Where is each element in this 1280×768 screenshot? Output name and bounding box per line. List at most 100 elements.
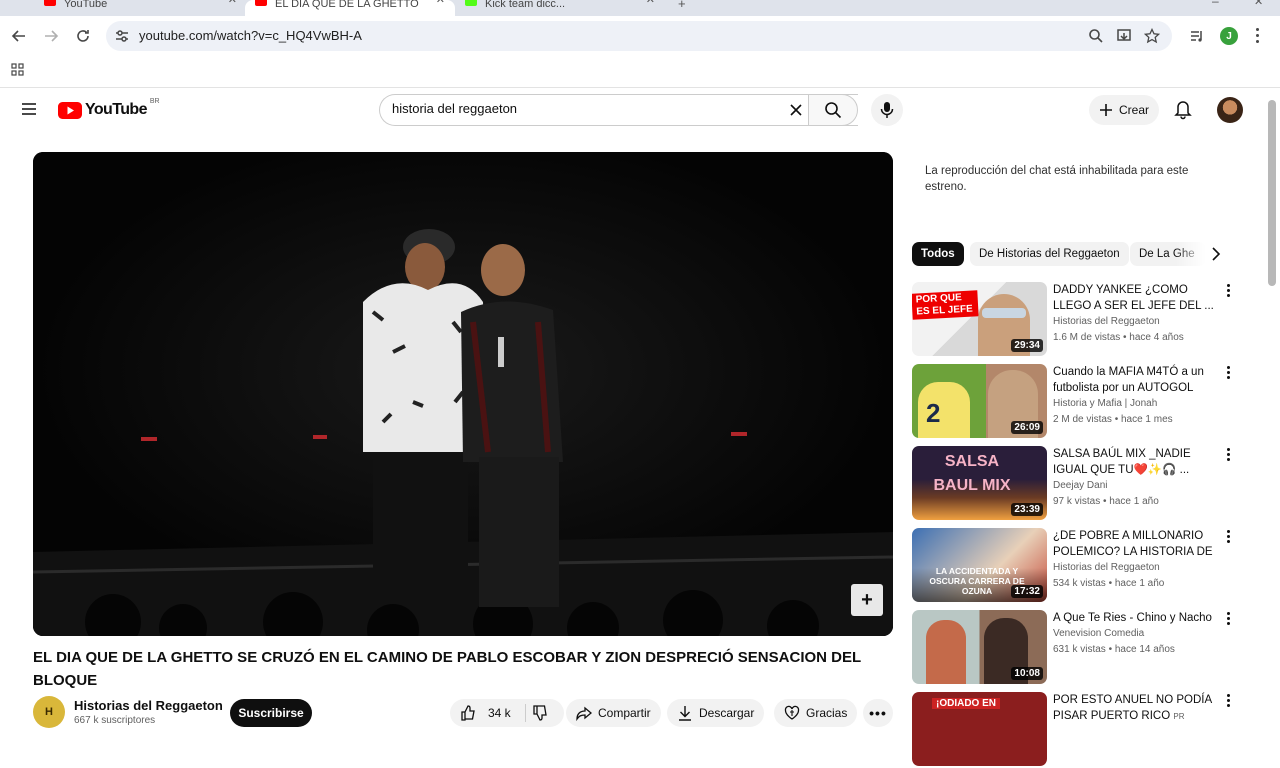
back-button[interactable] (7, 24, 31, 48)
search-input[interactable] (392, 101, 782, 116)
zoom-icon[interactable] (1088, 28, 1104, 44)
profile-avatar[interactable]: J (1220, 27, 1238, 45)
recommendation-title[interactable]: SALSA BAÚL MIX _NADIE IGUAL QUE TU❤️✨🎧 .… (1053, 446, 1215, 478)
recommendation-title[interactable]: DADDY YANKEE ¿COMO LLEGO A SER EL JEFE D… (1053, 282, 1215, 314)
forward-button[interactable] (39, 24, 63, 48)
more-vertical-icon[interactable] (1222, 694, 1234, 710)
more-vertical-icon[interactable] (1222, 284, 1234, 300)
recommendation-title[interactable]: Cuando la MAFIA M4TÓ a un futbolista por… (1053, 364, 1215, 396)
filter-chips: Todos De Historias del Reggaeton De La G… (912, 242, 1232, 266)
video-thumbnail[interactable]: ¡ODIADO EN (912, 692, 1047, 766)
close-tab-icon[interactable]: ✕ (228, 0, 237, 6)
recommendation-meta: 631 k vistas • hace 14 años (1053, 644, 1175, 655)
thumbnail-text: POR QUE ES EL JEFE (912, 290, 979, 320)
forward-arrow-icon (45, 30, 59, 42)
recommendation-title[interactable]: A Que Te Ries - Chino y Nacho (1053, 610, 1215, 626)
more-vertical-icon[interactable] (1222, 366, 1234, 382)
share-arrow-icon (576, 706, 592, 721)
recommendation-channel[interactable]: Historia y Mafia | Jonah (1053, 398, 1157, 409)
video-player[interactable]: + (33, 152, 893, 636)
kick-favicon-icon (465, 0, 477, 6)
chip-all[interactable]: Todos (912, 242, 964, 266)
url-text[interactable]: youtube.com/watch?v=c_HQ4VwBH-A (139, 28, 362, 43)
more-vertical-icon[interactable] (1222, 612, 1234, 628)
new-tab-icon[interactable]: + (678, 0, 686, 11)
channel-avatar[interactable]: H (33, 696, 65, 728)
recommendation-item[interactable]: LA ACCIDENTADA Y OSCURA CARRERA DE OZUNA… (912, 528, 1242, 604)
close-tab-icon[interactable]: ✕ (646, 0, 655, 6)
download-button[interactable]: Descargar (667, 699, 765, 727)
recommendation-item[interactable]: SALSA BAUL MIX 23:39 SALSA BAÚL MIX _NAD… (912, 446, 1242, 522)
chip-related[interactable]: De La Ghe (1130, 242, 1206, 266)
chevron-right-icon[interactable] (1210, 247, 1222, 261)
search-button[interactable] (808, 94, 858, 126)
address-bar[interactable]: youtube.com/watch?v=c_HQ4VwBH-A (106, 21, 1172, 51)
video-thumbnail[interactable]: 2 26:09 (912, 364, 1047, 438)
more-vertical-icon[interactable] (1222, 448, 1234, 464)
video-thumbnail[interactable]: 10:08 (912, 610, 1047, 684)
window-close-icon[interactable]: ✕ (1254, 0, 1263, 8)
dislike-thumb-icon[interactable] (532, 705, 548, 721)
duration-badge: 10:08 (1011, 667, 1043, 680)
install-app-icon[interactable] (1116, 28, 1132, 44)
thanks-button[interactable]: Gracias (774, 699, 858, 727)
apps-grid-icon[interactable] (11, 63, 25, 77)
duration-badge: 29:34 (1011, 339, 1043, 352)
thumbnail-text: SALSA BAUL MIX (933, 453, 1011, 494)
browser-tab-youtube[interactable]: YouTube ✕ (0, 0, 245, 16)
thumbnail-text: 2 (926, 398, 941, 428)
browser-tab-kick[interactable]: Kick team dicc... ✕ (455, 0, 665, 16)
recommendation-channel[interactable]: Historias del Reggaeton (1053, 316, 1160, 327)
channel-name[interactable]: Historias del Reggaeton (74, 698, 223, 713)
youtube-play-logo-icon (58, 101, 82, 119)
like-thumb-icon[interactable] (460, 705, 476, 721)
voice-search-button[interactable] (871, 94, 903, 126)
recommendation-channel[interactable]: Deejay Dani (1053, 480, 1107, 491)
recommendation-title[interactable]: ¿DE POBRE A MILLONARIO POLEMICO? LA HIST… (1053, 528, 1215, 560)
channel-watermark-icon[interactable]: + (851, 584, 883, 616)
thanks-heart-icon (784, 705, 800, 720)
hamburger-menu-icon[interactable] (21, 102, 37, 116)
recommendation-meta: 1.6 M de vistas • hace 4 años (1053, 332, 1184, 343)
recommendation-channel[interactable]: Historias del Reggaeton (1053, 562, 1160, 573)
site-settings-icon[interactable] (114, 28, 130, 44)
bookmark-star-icon[interactable] (1144, 28, 1160, 44)
video-frame (33, 152, 893, 636)
recommendation-item[interactable]: 10:08 A Que Te Ries - Chino y Nacho Vene… (912, 610, 1242, 686)
clear-search-button[interactable] (786, 100, 806, 120)
account-avatar[interactable] (1217, 97, 1243, 123)
media-control-icon[interactable] (1189, 28, 1205, 44)
recommendation-meta: 534 k vistas • hace 1 año (1053, 578, 1165, 589)
browser-menu-icon[interactable] (1255, 28, 1259, 44)
microphone-icon (880, 102, 894, 118)
chip-from-channel[interactable]: De Historias del Reggaeton (970, 242, 1129, 266)
notifications-bell-icon[interactable] (1172, 98, 1194, 120)
like-count[interactable]: 34 k (488, 706, 511, 720)
reload-icon (77, 30, 89, 42)
youtube-logo[interactable]: YouTube BR (58, 98, 160, 120)
duration-badge: 23:39 (1011, 503, 1043, 516)
video-thumbnail[interactable]: LA ACCIDENTADA Y OSCURA CARRERA DE OZUNA… (912, 528, 1047, 602)
minimize-icon[interactable]: – (1212, 0, 1219, 8)
recommendation-item[interactable]: POR QUE ES EL JEFE 29:34 DADDY YANKEE ¿C… (912, 282, 1242, 358)
more-actions-button[interactable]: ••• (863, 699, 893, 727)
thumbnail-text: ¡ODIADO EN (932, 698, 1000, 709)
browser-tab-strip: YouTube ✕ EL DIA QUE DE LA GHETTO ✕ Kick… (0, 0, 1280, 16)
more-vertical-icon[interactable] (1222, 530, 1234, 546)
subscribe-button[interactable]: Suscribirse (230, 699, 312, 727)
video-thumbnail[interactable]: POR QUE ES EL JEFE 29:34 (912, 282, 1047, 356)
reload-button[interactable] (71, 24, 95, 48)
video-thumbnail[interactable]: SALSA BAUL MIX 23:39 (912, 446, 1047, 520)
search-icon (825, 102, 842, 119)
recommendation-item[interactable]: ¡ODIADO EN POR ESTO ANUEL NO PODÍA PISAR… (912, 692, 1242, 768)
recommendation-meta: 97 k vistas • hace 1 año (1053, 496, 1159, 507)
recommendation-title[interactable]: POR ESTO ANUEL NO PODÍA PISAR PUERTO RIC… (1053, 692, 1215, 724)
youtube-favicon-icon (44, 0, 56, 6)
close-tab-icon[interactable]: ✕ (436, 0, 445, 6)
page-scrollbar[interactable] (1268, 100, 1276, 286)
recommendation-channel[interactable]: Venevision Comedia (1053, 628, 1144, 639)
browser-tab-video[interactable]: EL DIA QUE DE LA GHETTO ✕ (245, 0, 455, 16)
share-button[interactable]: Compartir (566, 699, 661, 727)
recommendation-item[interactable]: 2 26:09 Cuando la MAFIA M4TÓ a un futbol… (912, 364, 1242, 440)
create-button[interactable]: Crear (1089, 95, 1159, 125)
